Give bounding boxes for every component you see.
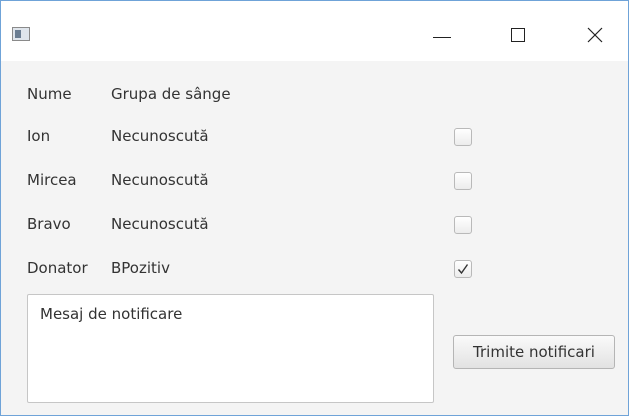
- send-notification-button[interactable]: Trimite notificari: [453, 335, 615, 369]
- row-blood-type: BPozitiv: [111, 259, 170, 277]
- app-window: Nume Grupa de sânge Ion Necunoscută Mirc…: [0, 0, 629, 416]
- main-content: Nume Grupa de sânge Ion Necunoscută Mirc…: [1, 61, 628, 415]
- close-button[interactable]: [572, 15, 618, 55]
- notification-message-text: Mesaj de notificare: [40, 305, 183, 323]
- close-icon: [587, 27, 603, 43]
- maximize-icon: [511, 28, 525, 42]
- checkmark-icon: [457, 264, 469, 275]
- checkbox-mircea[interactable]: [454, 172, 472, 190]
- notification-message-input[interactable]: Mesaj de notificare: [27, 294, 434, 403]
- row-blood-type: Necunoscută: [111, 127, 209, 145]
- maximize-button[interactable]: [495, 15, 541, 55]
- checkbox-bravo[interactable]: [454, 216, 472, 234]
- row-name: Mircea: [27, 171, 77, 189]
- header-blood-type: Grupa de sânge: [111, 85, 231, 103]
- row-name: Bravo: [27, 215, 71, 233]
- row-blood-type: Necunoscută: [111, 171, 209, 189]
- checkbox-ion[interactable]: [454, 128, 472, 146]
- row-name: Donator: [27, 259, 88, 277]
- minimize-icon: [433, 36, 451, 38]
- checkbox-donator[interactable]: [454, 260, 472, 278]
- row-name: Ion: [27, 127, 51, 145]
- row-blood-type: Necunoscută: [111, 215, 209, 233]
- minimize-button[interactable]: [419, 15, 465, 55]
- app-window-icon: [12, 27, 30, 41]
- title-bar[interactable]: [1, 1, 628, 61]
- header-name: Nume: [27, 85, 72, 103]
